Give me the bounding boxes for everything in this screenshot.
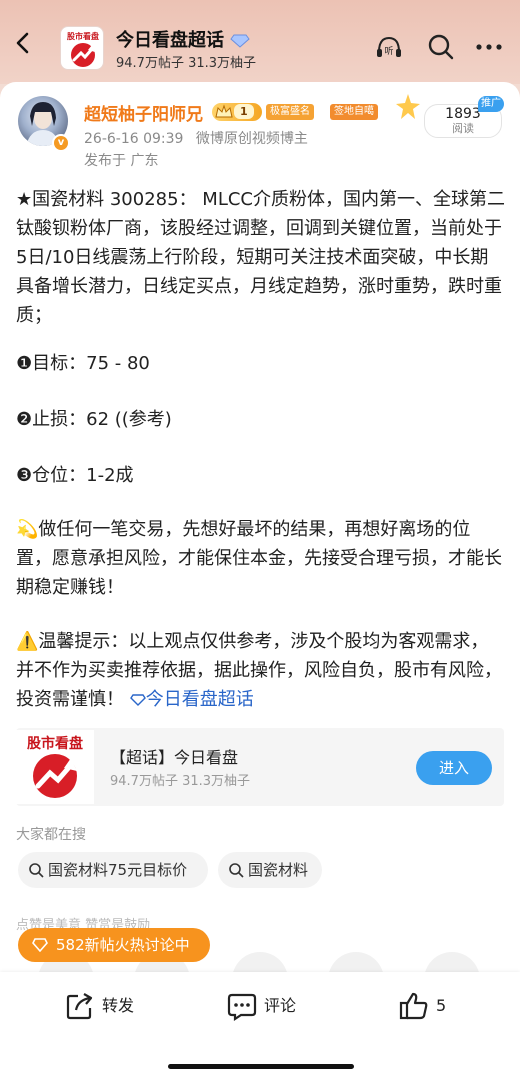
search-icon xyxy=(229,863,244,878)
topic-card-stats: 94.7万帖子 31.3万柚子 xyxy=(110,774,251,789)
search-chip-stock[interactable]: 国瓷材料 xyxy=(218,852,322,888)
diamond-icon xyxy=(230,34,250,48)
more-icon[interactable] xyxy=(474,32,504,62)
topic-card-name: 【超话】今日看盘 xyxy=(110,748,239,767)
checkin-tag[interactable]: 签地自噶 xyxy=(330,104,378,120)
topic-link[interactable]: 今日看盘超话 xyxy=(129,689,254,710)
diamond-icon xyxy=(32,938,48,952)
repost-button[interactable]: 转发 xyxy=(64,988,144,1024)
topic-title[interactable]: 今日看盘超话 xyxy=(116,26,250,52)
svg-text:听: 听 xyxy=(384,46,393,57)
listen-icon[interactable]: 听 xyxy=(374,32,404,62)
search-chip-target-price[interactable]: 国瓷材料75元目标价 xyxy=(18,852,208,888)
level-badge[interactable]: 1 xyxy=(212,103,262,121)
post-paragraph-disclaimer: ⚠️温馨提示：以上观点仅供参考，涉及个股均为客观需求，并不作为买卖推荐依据，据此… xyxy=(16,631,502,710)
verified-badge: v xyxy=(52,134,70,152)
read-label: 阅读 xyxy=(452,122,474,135)
like-count: 5 xyxy=(436,996,447,1015)
diamond-icon xyxy=(129,694,146,706)
crown-icon xyxy=(215,104,233,118)
topic-logo-small[interactable]: 股市看盘 xyxy=(60,26,104,70)
thumbs-up-icon xyxy=(399,992,428,1020)
post-stoploss-line: ❷止损：62 ((参考) xyxy=(16,409,172,430)
author-name[interactable]: 超短柚子阳师兄 xyxy=(84,100,203,125)
trending-search-label: 大家都在搜 xyxy=(16,827,86,843)
post-meta: 26-6-16 09:39 微博原创视频博主 xyxy=(84,128,308,148)
like-button[interactable]: 5 xyxy=(398,988,458,1024)
post-datetime: 26-6-16 09:39 xyxy=(84,131,184,147)
search-icon[interactable] xyxy=(426,32,456,62)
post-paragraph-risk: 💫做任何一笔交易，先想好最坏的结果，再想好离场的位置，愿意承担风险，才能保住本金… xyxy=(16,519,502,598)
post-target-line: ❶目标：75 - 80 xyxy=(16,353,150,374)
enter-topic-button[interactable]: 进入 xyxy=(416,751,492,785)
back-icon[interactable] xyxy=(10,30,36,56)
post-location: 发布于 广东 xyxy=(84,153,159,169)
post-source: 微博原创视频博主 xyxy=(195,131,308,147)
topic-stats: 94.7万帖子 31.3万柚子 xyxy=(116,56,257,71)
comment-icon xyxy=(227,993,257,1022)
search-icon xyxy=(29,863,44,878)
promoted-tag: 推广 xyxy=(478,96,504,112)
post-paragraph-analysis: ★国瓷材料 300285： MLCC介质粉体，国内第一、全球第二钛酸钡粉体厂商，… xyxy=(16,189,505,326)
fame-tag[interactable]: 极富盛名 xyxy=(266,104,314,120)
post-position-line: ❸仓位：1-2成 xyxy=(16,465,134,486)
hot-discussion-pill[interactable]: 582新帖火热讨论中 xyxy=(18,928,210,962)
topic-card-logo[interactable]: 股市看盘 xyxy=(16,730,94,804)
repost-icon xyxy=(66,993,93,1020)
svg-text:股市看盘: 股市看盘 xyxy=(27,735,83,752)
comment-button[interactable]: 评论 xyxy=(226,988,306,1024)
home-indicator[interactable] xyxy=(168,1064,354,1069)
svg-text:股市看盘: 股市看盘 xyxy=(67,31,99,41)
